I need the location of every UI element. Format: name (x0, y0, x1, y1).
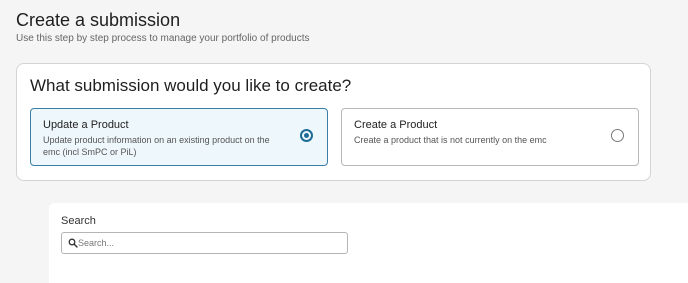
option-update-product-title: Update a Product (43, 119, 129, 131)
page-subtitle: Use this step by step process to manage … (16, 33, 310, 44)
search-panel: Search (49, 203, 688, 283)
option-create-product[interactable]: Create a Product Create a product that i… (341, 108, 639, 166)
search-label: Search (61, 215, 96, 227)
submission-type-card: What submission would you like to create… (16, 63, 651, 181)
option-create-product-title: Create a Product (354, 119, 438, 131)
option-create-product-description: Create a product that is not currently o… (354, 135, 547, 145)
option-update-product-description: Update product information on an existin… (43, 135, 270, 157)
search-icon (68, 238, 78, 248)
search-input[interactable] (78, 235, 338, 251)
submission-question-heading: What submission would you like to create… (30, 76, 352, 95)
option-update-product[interactable]: Update a Product Update product informat… (30, 108, 328, 166)
radio-unchecked-icon[interactable] (611, 129, 624, 142)
radio-checked-icon[interactable] (300, 129, 313, 142)
page-title: Create a submission (16, 10, 181, 30)
search-box[interactable] (61, 232, 348, 254)
